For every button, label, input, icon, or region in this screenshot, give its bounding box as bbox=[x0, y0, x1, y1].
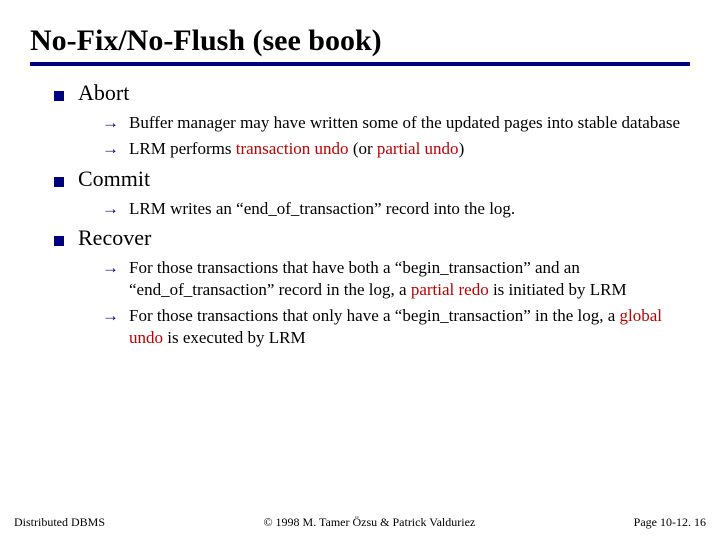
bullet-label: Commit bbox=[78, 166, 150, 192]
bullet-level2: → For those transactions that only have a… bbox=[102, 305, 690, 349]
title-rule bbox=[30, 62, 690, 66]
footer-left: Distributed DBMS bbox=[14, 515, 105, 530]
arrow-icon: → bbox=[102, 112, 119, 134]
bullet-label: Abort bbox=[78, 80, 129, 106]
footer-center: © 1998 M. Tamer Özsu & Patrick Valduriez bbox=[263, 515, 475, 530]
arrow-icon: → bbox=[102, 198, 119, 220]
sub-bullet-text: LRM writes an “end_of_transaction” recor… bbox=[129, 198, 515, 220]
bullet-level1: Abort bbox=[54, 80, 690, 106]
bullet-level2: → LRM writes an “end_of_transaction” reco… bbox=[102, 198, 690, 220]
sub-bullet-text: For those transactions that only have a … bbox=[129, 305, 690, 349]
bullet-label: Recover bbox=[78, 225, 151, 251]
footer-right: Page 10-12. 16 bbox=[634, 515, 706, 530]
slide: No-Fix/No-Flush (see book) Abort → Buffer … bbox=[0, 0, 720, 348]
slide-title: No-Fix/No-Flush (see book) bbox=[30, 24, 690, 58]
sub-bullet-text: For those transactions that have both a … bbox=[129, 257, 690, 301]
sub-bullet-text: Buffer manager may have written some of … bbox=[129, 112, 680, 134]
bullet-level2: → Buffer manager may have written some of… bbox=[102, 112, 690, 134]
bullet-level2: → LRM performs transaction undo (or parti… bbox=[102, 138, 690, 160]
content-area: Abort → Buffer manager may have written so… bbox=[30, 80, 690, 348]
footer: Distributed DBMS © 1998 M. Tamer Özsu & … bbox=[0, 515, 720, 530]
square-bullet-icon bbox=[54, 177, 64, 187]
square-bullet-icon bbox=[54, 236, 64, 246]
sub-bullet-text: LRM performs transaction undo (or partia… bbox=[129, 138, 464, 160]
bullet-level1: Recover bbox=[54, 225, 690, 251]
square-bullet-icon bbox=[54, 91, 64, 101]
bullet-level1: Commit bbox=[54, 166, 690, 192]
arrow-icon: → bbox=[102, 138, 119, 160]
bullet-level2: → For those transactions that have both a… bbox=[102, 257, 690, 301]
arrow-icon: → bbox=[102, 257, 119, 279]
arrow-icon: → bbox=[102, 305, 119, 327]
